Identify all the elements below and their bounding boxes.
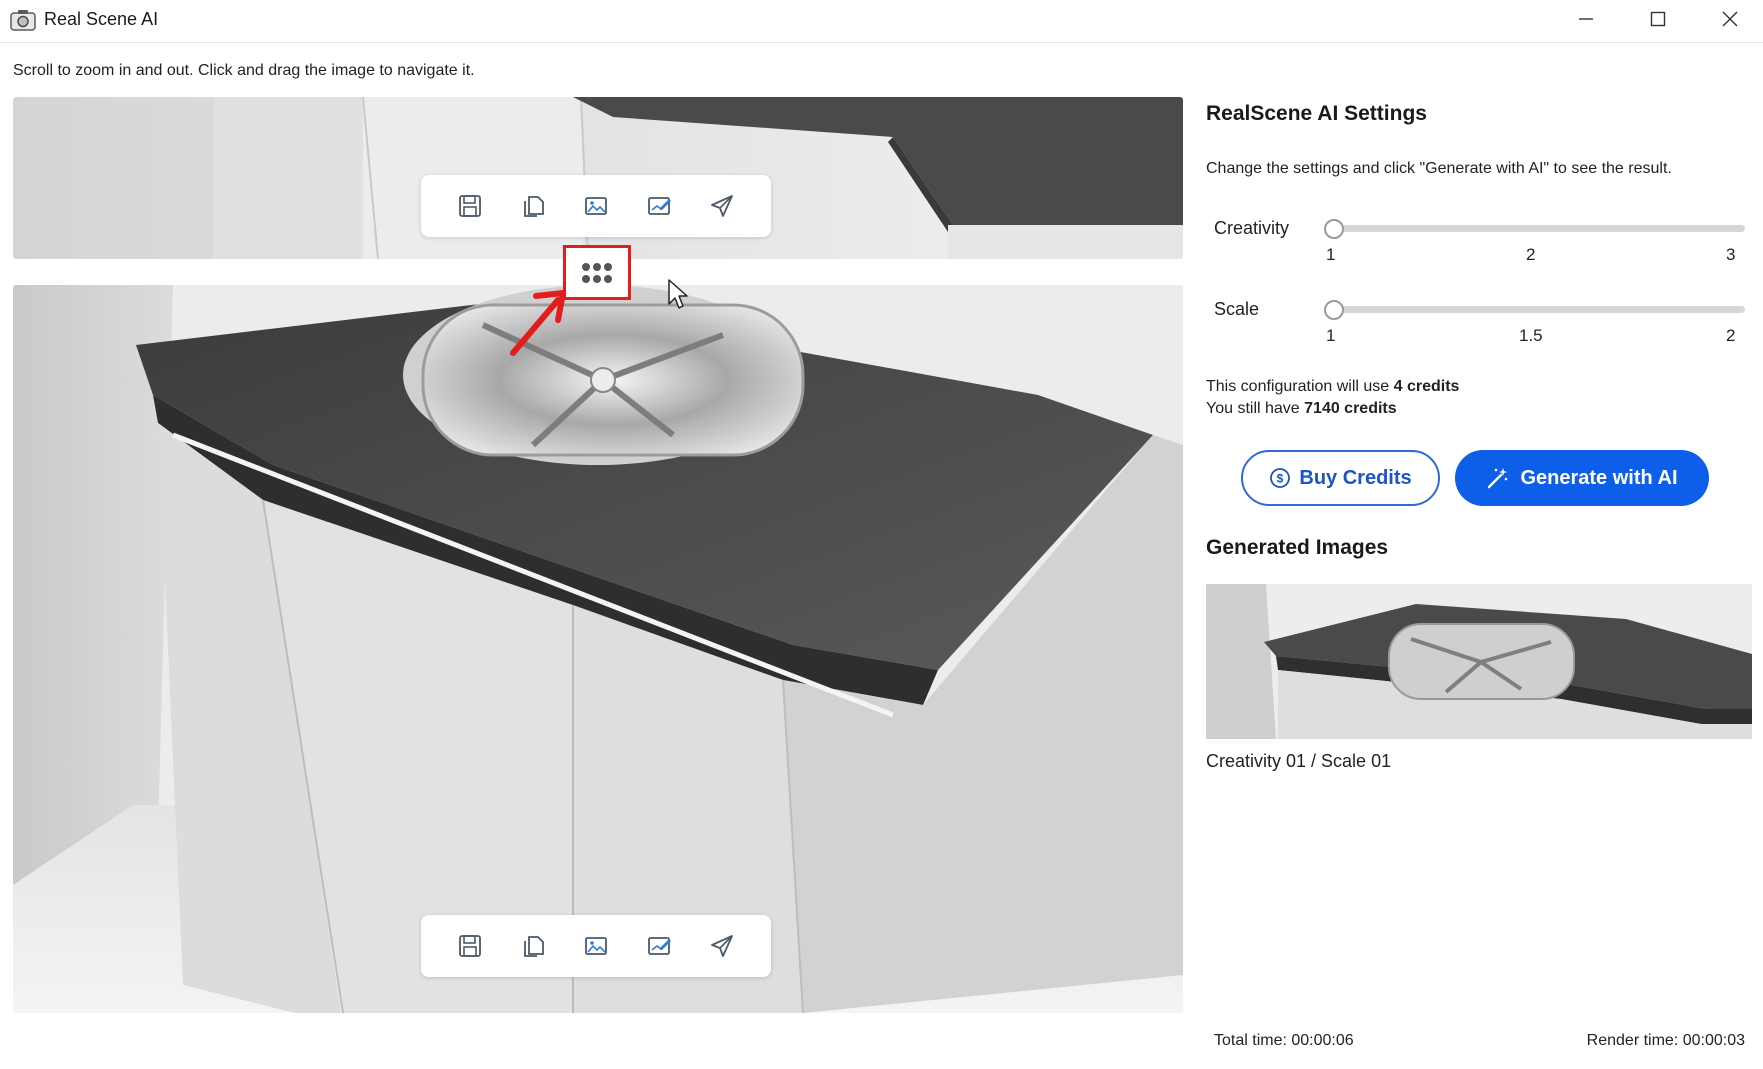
- generated-image-preview: [1206, 584, 1752, 739]
- settings-title: RealScene AI Settings: [1206, 102, 1427, 125]
- camera-icon: [10, 10, 36, 31]
- navigation-hint: Scroll to zoom in and out. Click and dra…: [13, 62, 475, 79]
- generated-images-title: Generated Images: [1206, 536, 1389, 559]
- mouse-pointer-icon: [668, 279, 688, 309]
- title-bar: Real Scene AI: [0, 0, 1763, 43]
- image-export-icon: [585, 937, 607, 955]
- export-image-button[interactable]: [576, 186, 616, 226]
- credits-balance-text: You still have 7140 credits: [1206, 400, 1397, 418]
- credits-usage-text: This configuration will use 4 credits: [1206, 378, 1459, 396]
- scale-slider-track[interactable]: [1333, 306, 1745, 313]
- image-export-icon: [585, 197, 607, 215]
- send-button[interactable]: [702, 926, 742, 966]
- image-edit-icon: [647, 197, 671, 215]
- scale-tick: 2: [1726, 326, 1736, 345]
- send-icon: [710, 195, 733, 217]
- save-button[interactable]: [450, 926, 490, 966]
- kitchen-render-main: [13, 285, 1183, 1013]
- settings-description: Change the settings and click "Generate …: [1206, 160, 1672, 177]
- generate-with-ai-button[interactable]: Generate with AI: [1455, 450, 1709, 506]
- scale-slider-thumb[interactable]: [1324, 300, 1344, 320]
- coin-icon: $: [1270, 468, 1291, 488]
- magic-wand-icon: [1488, 468, 1508, 489]
- close-icon: [1722, 11, 1738, 27]
- render-time: Render time: 00:00:03: [1586, 1032, 1745, 1049]
- credits-balance-prefix: You still have: [1206, 400, 1305, 417]
- generated-image-caption: Creativity 01 / Scale 01: [1206, 751, 1392, 771]
- credits-usage-prefix: This configuration will use: [1206, 378, 1394, 395]
- edit-image-button[interactable]: [639, 186, 679, 226]
- generated-image-thumbnail[interactable]: [1206, 584, 1752, 739]
- scale-tick: 1: [1326, 326, 1336, 345]
- image-toolbar-top: [421, 175, 771, 237]
- send-icon: [710, 935, 733, 957]
- send-button[interactable]: [702, 186, 742, 226]
- copy-button[interactable]: [513, 186, 553, 226]
- image-preview-main[interactable]: [13, 285, 1183, 1013]
- scale-tick: 1.5: [1519, 326, 1543, 345]
- generate-with-ai-label: Generate with AI: [1520, 466, 1678, 489]
- save-button[interactable]: [450, 186, 490, 226]
- copy-icon: [524, 196, 545, 217]
- creativity-tick: 2: [1526, 245, 1536, 264]
- maximize-button[interactable]: [1622, 0, 1694, 38]
- minimize-button[interactable]: [1550, 0, 1622, 38]
- creativity-slider-thumb[interactable]: [1324, 219, 1344, 239]
- window-title: Real Scene AI: [44, 9, 159, 29]
- creativity-tick: 1: [1326, 245, 1336, 264]
- creativity-tick: 3: [1726, 245, 1736, 264]
- minimize-icon: [1579, 18, 1593, 20]
- creativity-slider-track[interactable]: [1333, 225, 1745, 232]
- copy-button[interactable]: [513, 926, 553, 966]
- credits-balance-value: 7140 credits: [1304, 400, 1397, 417]
- drag-dots-icon: [582, 262, 612, 283]
- save-icon: [459, 935, 482, 957]
- scale-label: Scale: [1214, 299, 1260, 319]
- svg-text:$: $: [1277, 472, 1284, 486]
- close-button[interactable]: [1694, 0, 1763, 38]
- credits-usage-value: 4 credits: [1393, 378, 1460, 395]
- maximize-icon: [1650, 11, 1666, 27]
- buy-credits-button[interactable]: $ Buy Credits: [1241, 450, 1440, 506]
- splitter-drag-handle[interactable]: [563, 245, 631, 300]
- image-preview-top[interactable]: [13, 97, 1183, 259]
- edit-image-button[interactable]: [639, 926, 679, 966]
- buy-credits-label: Buy Credits: [1299, 466, 1412, 489]
- total-time: Total time: 00:00:06: [1214, 1032, 1354, 1049]
- copy-icon: [524, 936, 545, 957]
- image-edit-icon: [647, 937, 671, 955]
- image-toolbar-bottom: [421, 915, 771, 977]
- annotation-arrow-icon: [510, 290, 566, 356]
- save-icon: [459, 195, 482, 217]
- creativity-label: Creativity: [1214, 218, 1290, 238]
- export-image-button[interactable]: [576, 926, 616, 966]
